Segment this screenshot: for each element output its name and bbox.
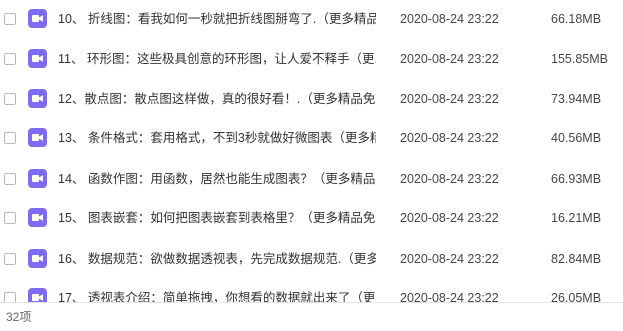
file-name[interactable]: 12、散点图：散点图这样做，真的很好看！.（更多精品免... — [58, 91, 376, 107]
file-name[interactable]: 16、 数据规范：欲做数据透视表，先完成数据规范.（更多... — [58, 251, 376, 267]
video-file-icon — [28, 89, 47, 108]
file-date: 2020-08-24 23:22 — [400, 291, 499, 302]
item-count: 32项 — [6, 310, 32, 324]
row-checkbox[interactable] — [4, 292, 16, 302]
video-file-icon — [28, 128, 47, 147]
row-checkbox[interactable] — [4, 93, 16, 105]
file-name[interactable]: 17、 透视表介绍：简单拖拽，你想看的数据就出来了（更多... — [58, 290, 376, 302]
file-date: 2020-08-24 23:22 — [400, 172, 499, 186]
row-checkbox[interactable] — [4, 53, 16, 65]
file-size: 26.05MB — [551, 291, 602, 302]
video-file-icon — [28, 49, 47, 68]
file-list: 10、 折线图：看我如何一秒就把折线图掰弯了.（更多精品... 2020-08-… — [0, 0, 623, 302]
file-size: 155.85MB — [551, 52, 608, 66]
row-checkbox[interactable] — [4, 13, 16, 25]
file-size: 16.21MB — [551, 211, 602, 225]
file-name[interactable]: 13、 条件格式：套用格式，不到3秒就做好微图表（更多精... — [58, 130, 376, 146]
row-checkbox[interactable] — [4, 132, 16, 144]
file-name[interactable]: 15、 图表嵌套：如何把图表嵌套到表格里？（更多精品免... — [58, 210, 376, 226]
file-row[interactable]: 12、散点图：散点图这样做，真的很好看！.（更多精品免... 2020-08-2… — [0, 80, 623, 120]
status-bar: 32项 — [0, 302, 623, 331]
row-checkbox[interactable] — [4, 173, 16, 185]
file-name[interactable]: 11、 环形图：这些极具创意的环形图，让人爱不释手（更... — [58, 51, 376, 67]
file-name[interactable]: 10、 折线图：看我如何一秒就把折线图掰弯了.（更多精品... — [58, 11, 376, 27]
file-row[interactable]: 17、 透视表介绍：简单拖拽，你想看的数据就出来了（更多... 2020-08-… — [0, 279, 623, 302]
file-date: 2020-08-24 23:22 — [400, 92, 499, 106]
file-size: 73.94MB — [551, 92, 602, 106]
file-row[interactable]: 11、 环形图：这些极具创意的环形图，让人爱不释手（更... 2020-08-2… — [0, 40, 623, 80]
video-file-icon — [28, 249, 47, 268]
file-row[interactable]: 10、 折线图：看我如何一秒就把折线图掰弯了.（更多精品... 2020-08-… — [0, 0, 623, 40]
file-row[interactable]: 16、 数据规范：欲做数据透视表，先完成数据规范.（更多... 2020-08-… — [0, 240, 623, 280]
file-date: 2020-08-24 23:22 — [400, 211, 499, 225]
video-file-icon — [28, 208, 47, 227]
file-row[interactable]: 15、 图表嵌套：如何把图表嵌套到表格里？（更多精品免... 2020-08-2… — [0, 199, 623, 239]
file-size: 82.84MB — [551, 252, 602, 266]
file-size: 40.56MB — [551, 131, 602, 145]
file-date: 2020-08-24 23:22 — [400, 131, 499, 145]
file-row[interactable]: 13、 条件格式：套用格式，不到3秒就做好微图表（更多精... 2020-08-… — [0, 119, 623, 159]
file-name[interactable]: 14、 函数作图：用函数，居然也能生成图表？（更多精品... — [58, 171, 376, 187]
file-date: 2020-08-24 23:22 — [400, 12, 499, 26]
file-size: 66.18MB — [551, 12, 602, 26]
file-date: 2020-08-24 23:22 — [400, 252, 499, 266]
video-file-icon — [28, 9, 47, 28]
row-checkbox[interactable] — [4, 212, 16, 224]
video-file-icon — [28, 288, 47, 302]
video-file-icon — [28, 169, 47, 188]
row-checkbox[interactable] — [4, 253, 16, 265]
file-size: 66.93MB — [551, 172, 602, 186]
file-date: 2020-08-24 23:22 — [400, 52, 499, 66]
file-row[interactable]: 14、 函数作图：用函数，居然也能生成图表？（更多精品... 2020-08-2… — [0, 160, 623, 200]
